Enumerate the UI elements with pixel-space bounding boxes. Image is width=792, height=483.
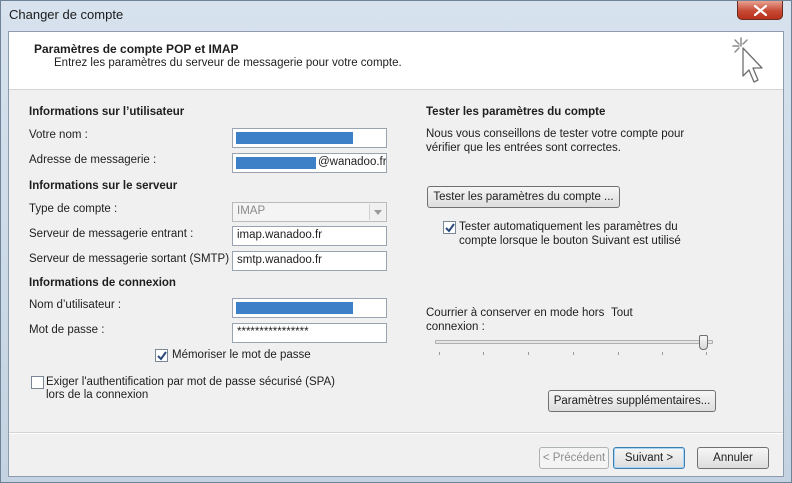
- test-settings-section-title: Tester les paramètres du compte: [426, 106, 606, 118]
- slider-tick: [706, 352, 707, 355]
- slider-tick: [618, 352, 619, 355]
- incoming-server-input[interactable]: imap.wanadoo.fr: [232, 226, 387, 246]
- offline-mail-slider-track[interactable]: [435, 340, 713, 344]
- slider-tick: [528, 352, 529, 355]
- account-type-select[interactable]: IMAP: [232, 202, 387, 222]
- dialog-client-area: Paramètres de compte POP et IMAP Entrez …: [8, 31, 784, 477]
- user-info-section-title: Informations sur l’utilisateur: [29, 106, 185, 118]
- spa-label-line2[interactable]: lors de la connexion: [46, 389, 148, 401]
- auto-test-label-line1[interactable]: Tester automatiquement les paramètres du: [459, 221, 678, 233]
- server-info-section-title: Informations sur le serveur: [29, 180, 178, 192]
- offline-mail-label-line1: Courrier à conserver en mode hors: [426, 307, 605, 319]
- email-domain: @wanadoo.fr: [318, 156, 387, 168]
- auto-test-checkbox[interactable]: [443, 221, 456, 234]
- cursor-sparkle-icon: [732, 37, 763, 83]
- remember-password-label[interactable]: Mémoriser le mot de passe: [172, 349, 311, 361]
- slider-tick: [439, 352, 440, 355]
- dialog-header: Paramètres de compte POP et IMAP Entrez …: [9, 32, 783, 90]
- close-icon: [754, 5, 767, 16]
- password-input[interactable]: ****************: [232, 323, 387, 343]
- previous-button[interactable]: < Précédent: [539, 447, 609, 469]
- name-input[interactable]: [232, 128, 387, 148]
- checkmark-icon: [157, 351, 167, 361]
- test-description-line2: vérifier que les entrées sont correctes.: [426, 142, 621, 154]
- account-type-dropdown-button[interactable]: [369, 204, 385, 220]
- name-label: Votre nom :: [29, 129, 88, 141]
- account-type-value: IMAP: [237, 205, 266, 217]
- more-settings-button[interactable]: Paramètres supplémentaires...: [548, 390, 716, 412]
- outgoing-server-label: Serveur de messagerie sortant (SMTP) :: [29, 253, 236, 265]
- test-description-line1: Nous vous conseillons de tester votre co…: [426, 128, 685, 140]
- next-button[interactable]: Suivant >: [613, 447, 685, 469]
- window-title: Changer de compte: [9, 7, 124, 22]
- account-dialog-window: Changer de compte Paramètres de compte P…: [0, 0, 792, 483]
- page-subtitle: Entrez les paramètres du serveur de mess…: [54, 57, 402, 69]
- offline-mail-slider-thumb[interactable]: [699, 335, 708, 350]
- cancel-button[interactable]: Annuler: [697, 447, 769, 469]
- auto-test-label-line2[interactable]: compte lorsque le bouton Suivant est uti…: [459, 235, 681, 247]
- email-input[interactable]: @wanadoo.fr: [232, 153, 387, 173]
- remember-password-checkbox[interactable]: [155, 349, 168, 362]
- redacted-username: [236, 302, 353, 314]
- redacted-name: [236, 132, 353, 144]
- offline-mail-value: Tout: [611, 307, 633, 319]
- login-info-section-title: Informations de connexion: [29, 277, 176, 289]
- account-type-label: Type de compte :: [29, 203, 118, 215]
- offline-mail-label-line2: connexion :: [426, 321, 485, 333]
- email-label: Adresse de messagerie :: [29, 154, 157, 166]
- slider-tick: [573, 352, 574, 355]
- chevron-down-icon: [374, 210, 382, 215]
- redacted-email-user: [236, 157, 316, 169]
- test-account-settings-button[interactable]: Tester les paramètres du compte ...: [427, 186, 620, 208]
- title-bar[interactable]: Changer de compte: [1, 1, 791, 30]
- slider-tick: [662, 352, 663, 355]
- slider-tick: [483, 352, 484, 355]
- checkmark-icon: [445, 223, 455, 233]
- footer-divider: [9, 432, 783, 434]
- username-input[interactable]: [232, 298, 387, 318]
- page-title: Paramètres de compte POP et IMAP: [34, 42, 239, 56]
- incoming-server-value: imap.wanadoo.fr: [237, 229, 323, 241]
- password-label: Mot de passe :: [29, 324, 105, 336]
- outgoing-server-input[interactable]: smtp.wanadoo.fr: [232, 251, 387, 271]
- outgoing-server-value: smtp.wanadoo.fr: [237, 254, 323, 266]
- spa-checkbox[interactable]: [31, 376, 44, 389]
- spa-label-line1[interactable]: Exiger l'authentification par mot de pas…: [46, 376, 335, 388]
- password-value: ****************: [237, 326, 309, 338]
- incoming-server-label: Serveur de messagerie entrant :: [29, 228, 194, 240]
- username-label: Nom d’utilisateur :: [29, 299, 122, 311]
- close-button[interactable]: [737, 1, 783, 20]
